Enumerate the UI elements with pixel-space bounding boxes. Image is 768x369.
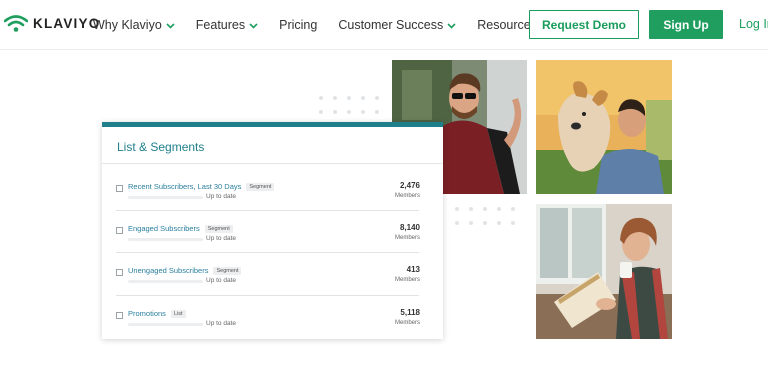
list-item[interactable]: Promotions List Up to date 5,118 Members bbox=[116, 308, 420, 350]
menu-why-klaviyo[interactable]: Why Klaviyo bbox=[93, 18, 175, 32]
dot bbox=[319, 96, 323, 100]
dot bbox=[333, 96, 337, 100]
list-item-label: Engaged Subscribers bbox=[128, 224, 200, 233]
dot bbox=[511, 207, 515, 211]
menu-pricing[interactable]: Pricing bbox=[279, 18, 317, 32]
menu-label: Pricing bbox=[279, 18, 318, 32]
member-label: Members bbox=[394, 193, 420, 199]
type-badge: Segment bbox=[204, 224, 233, 233]
photo-man-with-dog-image bbox=[536, 60, 672, 194]
dot bbox=[483, 221, 487, 225]
list-item[interactable]: Recent Subscribers, Last 30 Days Segment… bbox=[116, 181, 420, 223]
dot bbox=[347, 96, 351, 100]
log-in-link[interactable]: Log In bbox=[739, 17, 768, 31]
row-divider bbox=[116, 210, 419, 211]
dot bbox=[511, 221, 515, 225]
menu-label: Why Klaviyo bbox=[93, 18, 162, 32]
checkbox-icon[interactable] bbox=[116, 269, 123, 276]
dot bbox=[455, 221, 459, 225]
request-demo-button[interactable]: Request Demo bbox=[529, 10, 639, 39]
sign-up-button[interactable]: Sign Up bbox=[649, 10, 723, 39]
list-item-name[interactable]: Promotions List bbox=[128, 309, 186, 318]
status-text: Up to date bbox=[206, 277, 236, 284]
checkbox-icon[interactable] bbox=[116, 312, 123, 319]
member-count: 5,118 bbox=[400, 308, 420, 317]
dot bbox=[483, 207, 487, 211]
divider bbox=[102, 163, 443, 164]
dot bbox=[469, 221, 473, 225]
photo-man-with-dog bbox=[536, 60, 672, 194]
dot bbox=[361, 110, 365, 114]
dot bbox=[455, 207, 459, 211]
chevron-down-icon bbox=[249, 22, 258, 29]
dot bbox=[497, 221, 501, 225]
member-count: 413 bbox=[406, 265, 420, 274]
klaviyo-logo-icon bbox=[4, 15, 28, 32]
photo-woman-reading bbox=[536, 204, 672, 339]
type-badge: List bbox=[170, 309, 186, 318]
list-item[interactable]: Unengaged Subscribers Segment Up to date… bbox=[116, 265, 420, 307]
menu-label: Features bbox=[195, 18, 246, 32]
dot bbox=[319, 110, 323, 114]
status-text: Up to date bbox=[206, 320, 236, 327]
row-divider bbox=[116, 295, 419, 296]
menu-label: Customer Success bbox=[338, 18, 444, 32]
type-badge: Segment bbox=[213, 266, 242, 275]
dot-pattern-center bbox=[455, 207, 525, 235]
top-navigation: KLAVIYO Why Klaviyo Features Pricing Cus… bbox=[0, 0, 768, 50]
dot bbox=[333, 110, 337, 114]
list-item-label: Promotions bbox=[128, 309, 166, 318]
logo-text: KLAVIYO bbox=[33, 15, 101, 31]
type-badge: Segment bbox=[246, 182, 275, 191]
checkbox-icon[interactable] bbox=[116, 227, 123, 234]
photo-woman-reading-image bbox=[536, 204, 672, 339]
dot bbox=[347, 110, 351, 114]
status-text: Up to date bbox=[206, 235, 236, 242]
list-item-name[interactable]: Recent Subscribers, Last 30 Days Segment bbox=[128, 182, 275, 191]
dot-pattern-left bbox=[319, 96, 389, 124]
status-text: Up to date bbox=[206, 193, 236, 200]
dot bbox=[361, 96, 365, 100]
dot bbox=[497, 207, 501, 211]
klaviyo-logo[interactable]: KLAVIYO bbox=[4, 13, 100, 33]
progress-bar bbox=[128, 196, 203, 199]
dot bbox=[375, 96, 379, 100]
progress-bar bbox=[128, 323, 203, 326]
row-divider bbox=[116, 252, 419, 253]
menu-customer-success[interactable]: Customer Success bbox=[338, 18, 456, 32]
menu-features[interactable]: Features bbox=[196, 18, 258, 32]
list-segments-panel: List & Segments Recent Subscribers, Last… bbox=[102, 122, 443, 339]
member-label: Members bbox=[394, 235, 420, 241]
member-count: 8,140 bbox=[399, 223, 420, 232]
member-label: Members bbox=[394, 277, 420, 283]
progress-bar bbox=[128, 238, 203, 241]
member-count: 2,476 bbox=[399, 181, 420, 190]
main-menu: Why Klaviyo Features Pricing Customer Su… bbox=[93, 0, 571, 50]
dot bbox=[469, 207, 473, 211]
progress-bar bbox=[128, 280, 203, 283]
checkbox-icon[interactable] bbox=[116, 185, 123, 192]
chevron-down-icon bbox=[447, 22, 456, 29]
list-item[interactable]: Engaged Subscribers Segment Up to date 8… bbox=[116, 223, 420, 265]
list-item-name[interactable]: Unengaged Subscribers Segment bbox=[128, 266, 242, 275]
dot bbox=[375, 110, 379, 114]
list-item-label: Unengaged Subscribers bbox=[128, 266, 209, 275]
panel-title: List & Segments bbox=[117, 140, 205, 154]
list-item-name[interactable]: Engaged Subscribers Segment bbox=[128, 224, 233, 233]
chevron-down-icon bbox=[166, 22, 175, 29]
member-label: Members bbox=[394, 320, 420, 326]
list-item-label: Recent Subscribers, Last 30 Days bbox=[128, 182, 242, 191]
